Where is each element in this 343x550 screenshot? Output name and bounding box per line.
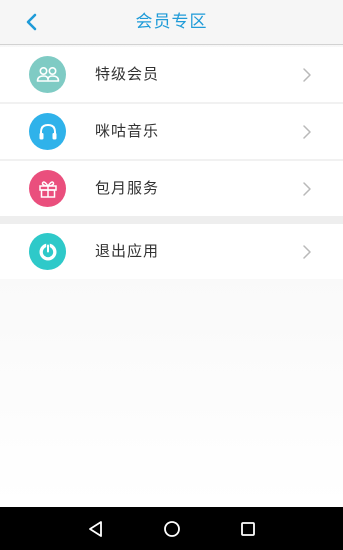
menu-item-label: 包月服务 [95,179,160,197]
chevron-right-icon [303,68,311,82]
menu-item-migu-music[interactable]: 咪咕音乐 [0,104,343,159]
power-icon [29,233,66,270]
gift-icon [29,170,66,207]
chevron-right-icon [303,245,311,259]
menu-item-premium-member[interactable]: 特级会员 [0,47,343,102]
app-header: 会员专区 [0,0,343,45]
screen: 会员专区 特级会员 咪咕音乐 包月服务 退出应用 [0,0,343,550]
section-gap [0,216,343,224]
square-recents-icon [241,522,255,536]
page-title: 会员专区 [135,12,208,32]
headphones-icon [29,113,66,150]
circle-home-icon [164,521,180,537]
chevron-right-icon [303,125,311,139]
menu-item-exit-app[interactable]: 退出应用 [0,224,343,279]
system-nav-bar [0,507,343,550]
nav-back-button[interactable] [82,515,110,543]
chevron-right-icon [303,182,311,196]
menu-item-label: 退出应用 [95,242,160,260]
triangle-back-icon [89,521,102,537]
nav-home-button[interactable] [158,515,186,543]
users-icon [29,56,66,93]
menu-item-label: 咪咕音乐 [95,122,160,140]
nav-recents-button[interactable] [234,515,262,543]
menu-item-monthly-service[interactable]: 包月服务 [0,161,343,216]
menu-item-label: 特级会员 [95,65,160,83]
